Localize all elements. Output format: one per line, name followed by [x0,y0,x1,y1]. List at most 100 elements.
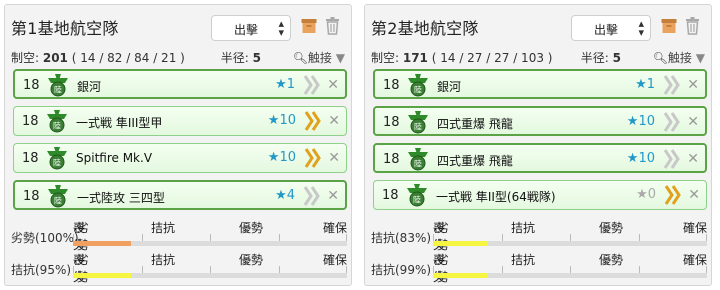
equipment-name: Spitfire Mk.V [76,151,153,165]
search-icon: 🔍︎ [652,51,668,65]
equipment-name: 一式戦 隼II型(64戦隊) [436,190,556,204]
equipment-slot[interactable]: 18 陸 銀河 ★1 ✕ [13,69,347,99]
air-state-gauge-1: 拮抗(83%) 喪失,劣勢 拮抗 優勢 確保 [371,219,707,252]
trash-icon[interactable] [325,17,340,35]
land-based-aircraft-icon: 陸 [48,74,68,97]
air-state-text: 拮抗(83%) [371,231,432,245]
caret-down-icon: ▼ [335,51,345,65]
scale-label: 喪失,劣勢 [73,251,89,284]
gauge-fill [433,273,488,278]
svg-text:陸: 陸 [414,159,422,169]
radius-value: 5 [612,51,621,65]
air-power-label: 制空: [371,51,403,65]
air-power-detail: ( 14 / 27 / 27 / 103 ) [427,51,553,65]
gauge-scale: 喪失,劣勢 拮抗 優勢 確保 [433,219,707,252]
gauge-scale: 喪失,劣勢 拮抗 優勢 確保 [433,251,707,284]
air-power-value: 171 [402,51,428,65]
scale-label: 喪失,劣勢 [433,219,449,252]
base-title: 第2基地航空隊 [371,19,479,38]
improvement-level: ★10 [267,113,296,128]
gauge-track [73,273,347,278]
svg-text:陸: 陸 [54,196,62,206]
slot-count: 18 [383,152,400,167]
close-icon[interactable]: ✕ [328,150,340,166]
land-based-aircraft-icon: 陸 [47,147,67,170]
proficiency-chevron-icon[interactable] [664,184,682,206]
land-based-aircraft-icon: 陸 [408,148,428,171]
proficiency-chevron-icon[interactable] [304,147,322,169]
equipment-slot[interactable]: 18 陸 一式戦 隼III型甲 ★10 ✕ [13,106,347,136]
proficiency-chevron-icon[interactable] [303,74,321,96]
svg-text:陸: 陸 [53,158,61,168]
close-icon[interactable]: ✕ [687,77,699,93]
gauge-track [433,273,707,278]
gauge-fill [73,273,131,278]
gauge-fill [73,241,131,246]
equipment-slot[interactable]: 18 陸 四式重爆 飛龍 ★10 ✕ [373,106,707,136]
equipment-slot[interactable]: 18 陸 Spitfire Mk.V ★10 ✕ [13,143,347,173]
equipment-slot[interactable]: 18 陸 四式重爆 飛龍 ★10 ✕ [373,143,707,173]
equipment-name: 一式陸攻 三四型 [77,191,165,205]
gauge-scale: 喪失,劣勢 拮抗 優勢 確保 [73,251,347,284]
caret-down-icon: ▼ [695,51,705,65]
air-power: 制空: 171 ( 14 / 27 / 27 / 103 ) [371,49,552,66]
trash-icon[interactable] [685,17,700,35]
improvement-level: ★1 [275,77,295,92]
close-icon[interactable]: ✕ [327,188,339,204]
radius: 半径: 5 [581,49,621,66]
proficiency-chevron-icon[interactable] [663,111,681,133]
air-power-value: 201 [42,51,68,65]
air-state-text: 拮抗(95%) [11,263,72,277]
radius-label: 半径: [580,51,613,65]
slot-count: 18 [23,78,40,93]
scale-label: 喪失,劣勢 [73,219,89,252]
land-based-aircraft-icon: 陸 [48,185,68,208]
improvement-level: ★10 [626,114,655,129]
close-icon[interactable]: ✕ [327,77,339,93]
improvement-level: ★10 [267,150,296,165]
proficiency-chevron-icon[interactable] [304,110,322,132]
equipment-slot[interactable]: 18 陸 一式陸攻 三四型 ★4 ✕ [13,180,347,210]
proficiency-chevron-icon[interactable] [303,185,321,207]
equipment-name: 一式戦 隼III型甲 [76,116,163,130]
improvement-level: ★0 [636,187,656,202]
air-state-gauge-1: 劣勢(100%) 喪失,劣勢 拮抗 優勢 確保 [11,219,347,252]
close-icon[interactable]: ✕ [687,151,699,167]
contact-toggle[interactable]: 🔍︎触接 ▼ [293,49,345,66]
updown-chevron-icon: ▴ ▾ [278,17,284,39]
close-icon[interactable]: ✕ [688,187,700,203]
air-state-text: 拮抗(99%) [371,263,432,277]
air-state-text: 劣勢(100%) [11,231,79,245]
equipment-name: 銀河 [437,80,462,94]
sortie-select[interactable]: 出擊 ▴ ▾ [571,15,651,41]
svg-text:陸: 陸 [414,85,422,95]
svg-text:陸: 陸 [54,85,62,95]
sortie-select[interactable]: 出擊 ▴ ▾ [211,15,291,41]
radius-label: 半径: [220,51,253,65]
land-based-aircraft-icon: 陸 [47,110,67,133]
close-icon[interactable]: ✕ [687,114,699,130]
scale-label: 喪失,劣勢 [433,251,449,284]
slot-count: 18 [383,115,400,130]
equipment-name: 四式重爆 飛龍 [437,117,513,131]
gauge-track [73,241,347,246]
close-icon[interactable]: ✕ [328,113,340,129]
sortie-select-value: 出擊 [234,23,259,37]
slot-count: 18 [23,189,40,204]
contact-label: 触接 [667,51,692,65]
equipment-slot[interactable]: 18 陸 銀河 ★1 ✕ [373,69,707,99]
contact-toggle[interactable]: 🔍︎触接 ▼ [653,49,705,66]
land-based-aircraft-icon: 陸 [408,111,428,134]
proficiency-chevron-icon[interactable] [663,148,681,170]
box-icon[interactable] [661,18,677,34]
base-panel-2: 第2基地航空隊 出擊 ▴ ▾ 制空: 171 ( 14 / 27 / 27 / 1… [364,4,712,286]
box-icon[interactable] [301,18,317,34]
slot-count: 18 [383,78,400,93]
equipment-name: 銀河 [77,80,102,94]
improvement-level: ★4 [275,188,295,203]
proficiency-chevron-icon[interactable] [663,74,681,96]
equipment-slot[interactable]: 18 陸 一式戦 隼II型(64戦隊) ★0 ✕ [373,180,707,210]
base-title: 第1基地航空隊 [11,19,119,38]
search-icon: 🔍︎ [292,51,308,65]
improvement-level: ★10 [626,151,655,166]
